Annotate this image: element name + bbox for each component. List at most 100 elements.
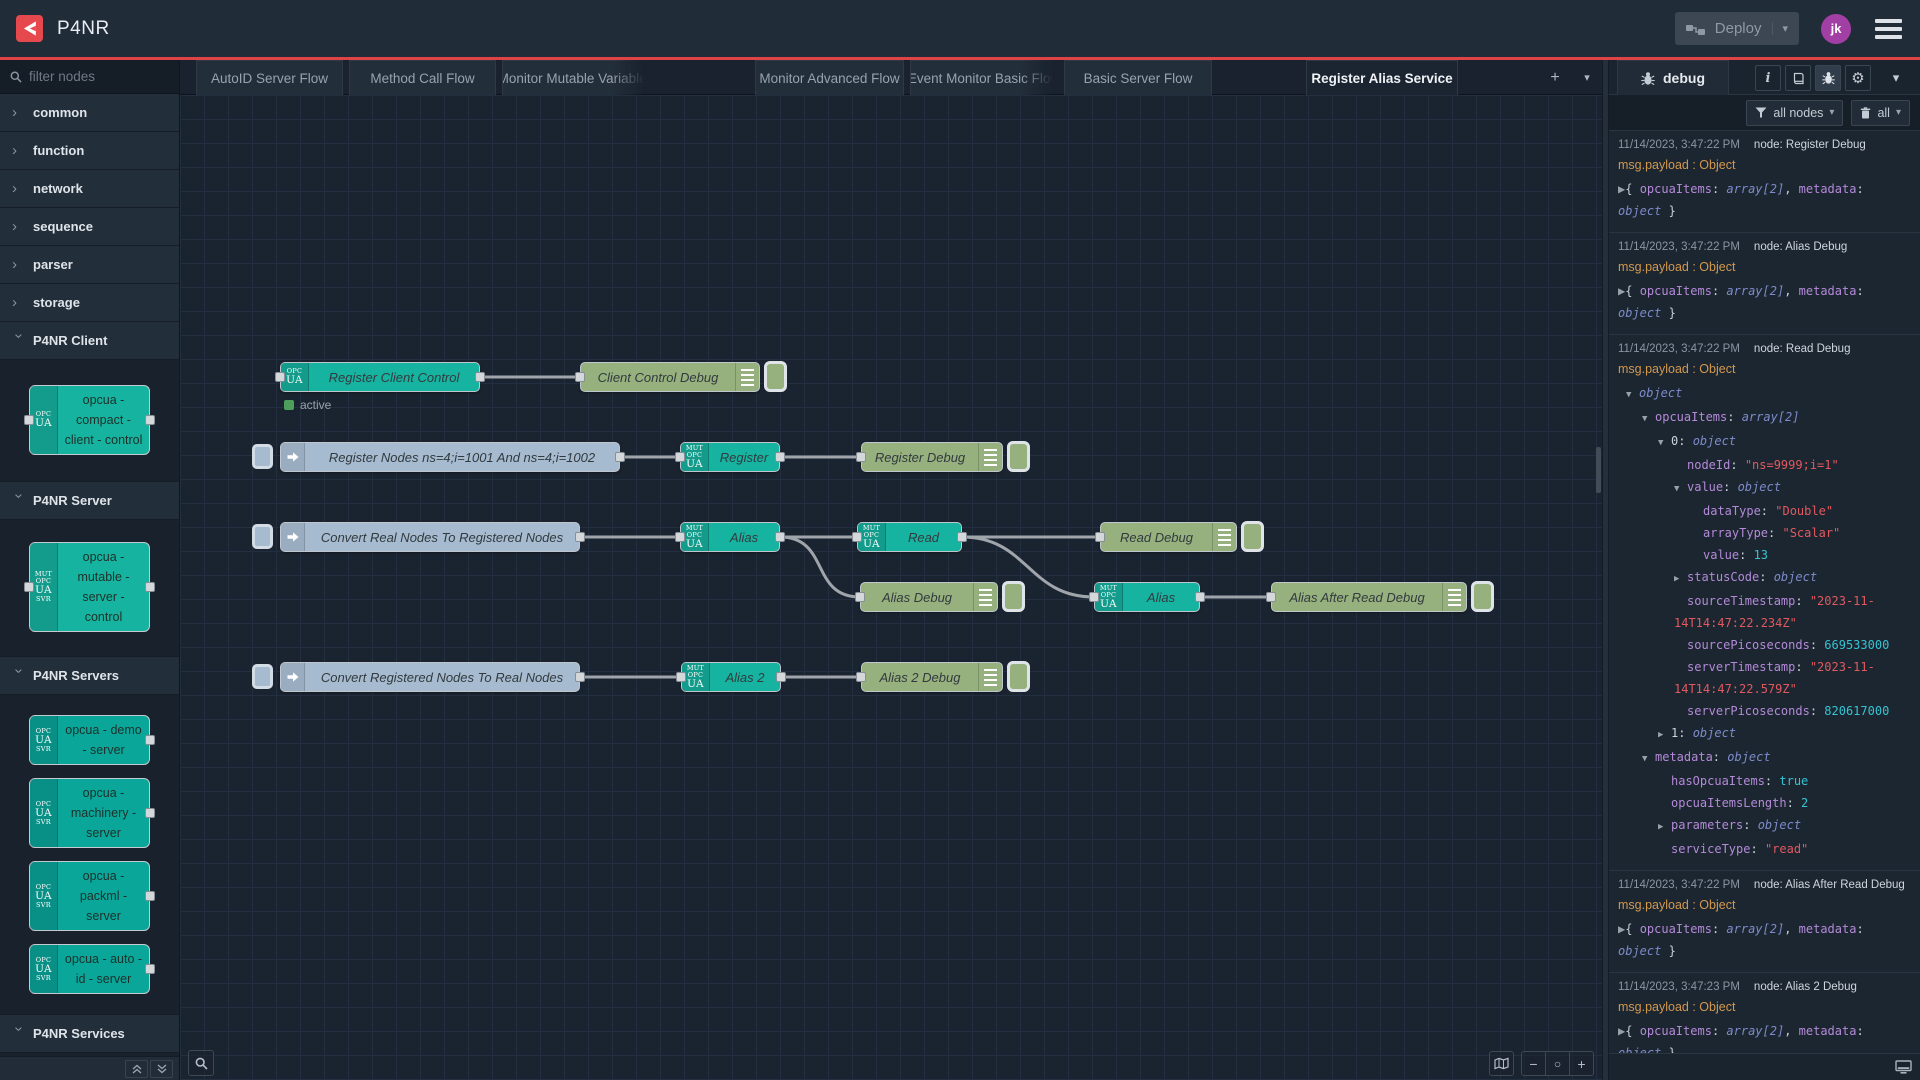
output-port[interactable] <box>1195 592 1205 602</box>
flow-node-alias-debug[interactable]: Alias Debug <box>860 582 998 612</box>
sidebar-splitter[interactable] <box>1602 60 1609 1080</box>
debug-enable-toggle[interactable] <box>1002 581 1025 612</box>
flow-node-alias-2[interactable]: MUTOPCUAAlias 2 <box>681 662 781 692</box>
input-port[interactable] <box>1089 592 1099 602</box>
debug-filter-button[interactable]: all nodes ▾ <box>1746 100 1843 126</box>
palette-category-sequence[interactable]: ›sequence <box>0 208 179 246</box>
output-port[interactable] <box>776 672 786 682</box>
caret-collapsed-icon[interactable]: ▶ <box>1658 816 1671 838</box>
inject-trigger-button[interactable] <box>252 664 273 689</box>
tree-row[interactable]: serviceType: "read" <box>1618 838 1911 860</box>
input-port[interactable] <box>675 532 685 542</box>
add-flow-button[interactable]: + <box>1543 65 1567 90</box>
tree-row[interactable]: ▶parameters: object <box>1618 814 1911 838</box>
canvas-search-button[interactable] <box>188 1050 214 1076</box>
palette-node-opcua-packml-server[interactable]: OPCUASVRopcua -packml -server <box>29 861 150 931</box>
debug-clear-button[interactable]: all ▾ <box>1851 100 1910 126</box>
debug-message[interactable]: 11/14/2023, 3:47:22 PMnode: Read Debugms… <box>1609 335 1920 871</box>
palette-node-opcua-mutable-server-control[interactable]: MUTOPCUASVRopcua -mutable -server -contr… <box>29 542 150 632</box>
tree-row[interactable]: ▶statusCode: object <box>1618 566 1911 590</box>
input-port[interactable] <box>852 532 862 542</box>
caret-expanded-icon[interactable]: ▼ <box>1642 408 1655 430</box>
help-button[interactable] <box>1785 65 1811 91</box>
debug-enable-toggle[interactable] <box>1007 661 1030 692</box>
output-port[interactable] <box>145 415 155 425</box>
tree-row[interactable]: hasOpcuaItems: true <box>1618 770 1911 792</box>
deploy-caret-icon[interactable]: ▾ <box>1772 22 1788 35</box>
flow-tab-monitor-mutable-variables[interactable]: Monitor Mutable Variables <box>502 60 649 95</box>
info-button[interactable]: i <box>1755 65 1781 91</box>
palette-node-opcua-auto-id-server[interactable]: OPCUASVRopcua - auto -id - server <box>29 944 150 994</box>
tree-row[interactable]: ▼metadata: object <box>1618 746 1911 770</box>
caret-expanded-icon[interactable]: ▼ <box>1674 478 1687 500</box>
minimap-button[interactable] <box>1489 1051 1514 1076</box>
debug-message[interactable]: 11/14/2023, 3:47:22 PMnode: Alias Debugm… <box>1609 233 1920 335</box>
input-port[interactable] <box>855 592 865 602</box>
caret-expanded-icon[interactable]: ▼ <box>1626 384 1639 406</box>
palette-node-opcua-machinery-server[interactable]: OPCUASVRopcua -machinery -server <box>29 778 150 848</box>
caret-expanded-icon[interactable]: ▼ <box>1642 748 1655 770</box>
palette-category-function[interactable]: ›function <box>0 132 179 170</box>
tree-row[interactable]: ▼value: object <box>1618 476 1911 500</box>
tree-row[interactable]: value: 13 <box>1618 544 1911 566</box>
input-port[interactable] <box>675 452 685 462</box>
tree-row[interactable]: serverPicoseconds: 820617000 <box>1618 700 1911 722</box>
palette-node-opcua-compact-client-control[interactable]: OPCUAopcua -compact -client - control <box>29 385 150 455</box>
flow-tab-basic-server-flow[interactable]: Basic Server Flow <box>1064 60 1212 95</box>
tree-row[interactable]: opcuaItemsLength: 2 <box>1618 792 1911 814</box>
caret-collapsed-icon[interactable]: ▶ <box>1674 568 1687 590</box>
palette-category-p4nr-server[interactable]: ›P4NR Server <box>0 482 179 520</box>
collapse-all-button[interactable] <box>125 1060 148 1078</box>
tree-row[interactable]: nodeId: "ns=9999;i=1" <box>1618 454 1911 476</box>
output-port[interactable] <box>145 582 155 592</box>
open-window-button[interactable] <box>1895 1060 1912 1074</box>
palette-filter-input[interactable] <box>29 69 159 84</box>
flow-tab-autoid-server-flow[interactable]: AutoID Server Flow <box>196 60 343 95</box>
palette-category-common[interactable]: ›common <box>0 94 179 132</box>
output-port[interactable] <box>145 735 155 745</box>
output-port[interactable] <box>145 808 155 818</box>
flow-node-alias-2-debug[interactable]: Alias 2 Debug <box>861 662 1003 692</box>
palette-category-p4nr-client[interactable]: ›P4NR Client <box>0 322 179 360</box>
flow-tab-register-alias-service[interactable]: Register Alias Service <box>1306 60 1458 95</box>
flow-node-read[interactable]: MUTOPCUARead <box>857 522 962 552</box>
debug-object-preview[interactable]: ▶{ opcuaItems: array[2], metadata: objec… <box>1618 918 1911 962</box>
debug-enable-toggle[interactable] <box>764 361 787 392</box>
flow-tab-method-call-flow[interactable]: Method Call Flow <box>349 60 496 95</box>
debug-enable-toggle[interactable] <box>1241 521 1264 552</box>
flow-node-convert-registered-nodes-to-real-nodes[interactable]: Convert Registered Nodes To Real Nodes <box>280 662 580 692</box>
expand-all-button[interactable] <box>150 1060 173 1078</box>
output-port[interactable] <box>475 372 485 382</box>
tree-row[interactable]: ▼opcuaItems: array[2] <box>1618 406 1911 430</box>
flow-tab-event-monitor-basic-flow[interactable]: Event Monitor Basic Flow <box>910 60 1058 95</box>
flow-node-client-control-debug[interactable]: Client Control Debug <box>580 362 760 392</box>
debug-object-preview[interactable]: ▶{ opcuaItems: array[2], metadata: objec… <box>1618 178 1911 222</box>
caret-expanded-icon[interactable]: ▼ <box>1658 432 1671 454</box>
deploy-button[interactable]: Deploy ▾ <box>1675 12 1799 45</box>
sidebar-menu-caret-icon[interactable]: ▾ <box>1885 65 1907 91</box>
tree-row[interactable]: sourceTimestamp: "2023-11-14T14:47:22.23… <box>1618 590 1911 634</box>
canvas-scrollbar[interactable] <box>1596 447 1601 493</box>
palette-category-parser[interactable]: ›parser <box>0 246 179 284</box>
debug-messages-button[interactable] <box>1815 65 1841 91</box>
palette-category-network[interactable]: ›network <box>0 170 179 208</box>
output-port[interactable] <box>575 672 585 682</box>
debug-message[interactable]: 11/14/2023, 3:47:23 PMnode: Alias 2 Debu… <box>1609 973 1920 1053</box>
flow-node-alias[interactable]: MUTOPCUAAlias <box>1094 582 1200 612</box>
debug-enable-toggle[interactable] <box>1471 581 1494 612</box>
caret-collapsed-icon[interactable]: ▶ <box>1658 724 1671 746</box>
debug-object-preview[interactable]: ▶{ opcuaItems: array[2], metadata: objec… <box>1618 1020 1911 1053</box>
input-port[interactable] <box>676 672 686 682</box>
palette-node-opcua-demo-server[interactable]: OPCUASVRopcua - demo- server <box>29 715 150 765</box>
output-port[interactable] <box>145 891 155 901</box>
palette-category-storage[interactable]: ›storage <box>0 284 179 322</box>
flow-node-alias[interactable]: MUTOPCUAAlias <box>680 522 780 552</box>
tree-row[interactable]: serverTimestamp: "2023-11-14T14:47:22.57… <box>1618 656 1911 700</box>
zoom-in-button[interactable]: + <box>1569 1051 1594 1076</box>
flow-node-register-debug[interactable]: Register Debug <box>861 442 1003 472</box>
hamburger-icon[interactable] <box>1873 17 1904 41</box>
debug-message[interactable]: 11/14/2023, 3:47:22 PMnode: Alias After … <box>1609 871 1920 973</box>
inject-trigger-button[interactable] <box>252 524 273 549</box>
input-port[interactable] <box>1266 592 1276 602</box>
inject-trigger-button[interactable] <box>252 444 273 469</box>
